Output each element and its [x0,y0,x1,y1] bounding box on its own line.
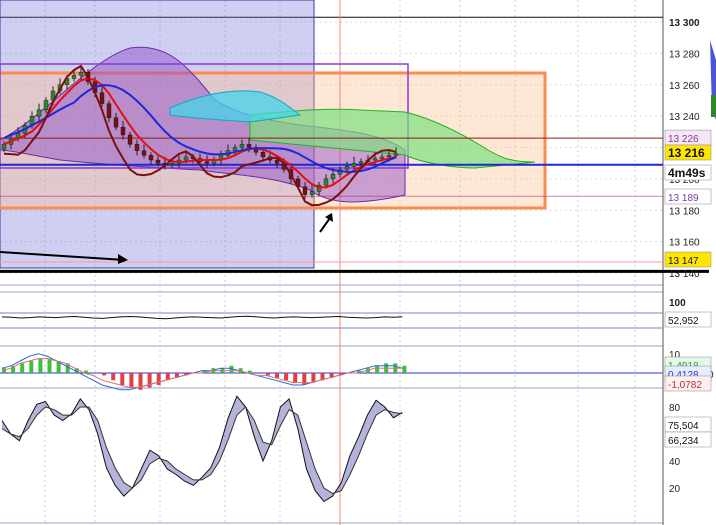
candle-body [323,178,329,186]
candle-body [1,144,7,150]
candle-body [106,103,112,118]
macd-histogram-bar [129,373,134,388]
price-tick-label: 13 160 [669,238,700,249]
candle-body [148,155,154,161]
stochastic-fill [2,396,403,502]
trading-chart: 13 30013 28013 26013 24013 22013 20013 1… [0,0,716,525]
macd-histogram-bar [284,373,289,381]
candle-body [393,153,399,156]
price-tick-label: 13 180 [669,206,700,217]
countdown-label: 4m49s [668,166,706,180]
candle-body [141,150,147,156]
rsi-tick-label: 100 [669,298,686,309]
macd-histogram-bar [375,365,380,373]
candle-body [204,161,210,164]
rsi-line [1,315,403,320]
candle-body [358,161,364,164]
stochastic-tick-label: 80 [669,403,681,414]
chart-canvas[interactable]: 13 30013 28013 26013 24013 22013 20013 1… [0,0,716,525]
macd-histogram-bar [402,365,407,373]
candle-body [71,75,77,79]
candle-body [309,191,315,195]
macd-histogram-bar [120,373,125,385]
rsi-value-label: 52,952 [668,316,699,327]
candle-body [379,156,385,159]
macd-histogram-bar [111,373,116,381]
candle-body [330,173,336,180]
stochastic-tick-label: 40 [669,457,681,468]
candle-body [36,109,42,117]
candle-body [78,71,84,76]
macd-value-label-3: -1,0782 [668,380,702,391]
candle-body [246,144,252,148]
macd-histogram-bar [156,373,161,385]
candle-body [386,155,392,158]
macd-histogram-bar [29,361,34,373]
candle-body [99,92,105,104]
candle-body [232,147,238,151]
candle-body [127,134,133,145]
macd-histogram-bar [275,373,279,378]
right-edge-candle [711,95,716,117]
candle-body [344,166,350,170]
stochastic-value-label-2: 66,234 [668,436,699,447]
candle-body [169,162,175,165]
price-tick-label: 13 140 [669,269,700,280]
candle-body [134,144,140,151]
price-tick-label: 13 300 [669,18,700,29]
price-tick-label: 13 280 [669,49,700,60]
candle-body [372,158,378,161]
macd-histogram-bar [20,363,25,373]
macd-histogram-bar [38,358,43,373]
candle-body [274,159,280,164]
candle-body [302,186,308,195]
candle-body [239,144,245,148]
value-labels: 13 22613 2164m49s13 18913 14752,9521,491… [664,129,712,448]
price-tick-label: 13 240 [669,112,700,123]
stochastic-value-label-1: 75,504 [668,421,699,432]
macd-histogram-bar [265,373,270,376]
lower-band-label: 13 189 [668,193,699,204]
candle-body [260,152,266,158]
macd-histogram-bar [247,370,252,373]
candle-body [183,156,189,161]
upper-band-label: 13 226 [668,134,699,145]
macd-histogram-bar [293,373,298,383]
macd-histogram-bar [83,370,88,373]
macd-histogram-bar [102,373,107,376]
current-price-label: 13 216 [668,146,705,160]
candle-body [120,126,126,136]
candle-body [155,159,161,164]
pointer-arrow [319,217,331,233]
candle-body [113,117,119,128]
candle-body [351,162,357,167]
support-price-label: 13 147 [668,256,699,267]
stochastic-tick-label: 20 [669,484,681,495]
macd-histogram-bar [47,358,52,373]
price-tick-label: 13 260 [669,81,700,92]
macd-histogram-bar [311,373,316,383]
overlays [0,0,716,525]
macd-histogram-bar [302,373,307,385]
candle-body [43,100,49,111]
